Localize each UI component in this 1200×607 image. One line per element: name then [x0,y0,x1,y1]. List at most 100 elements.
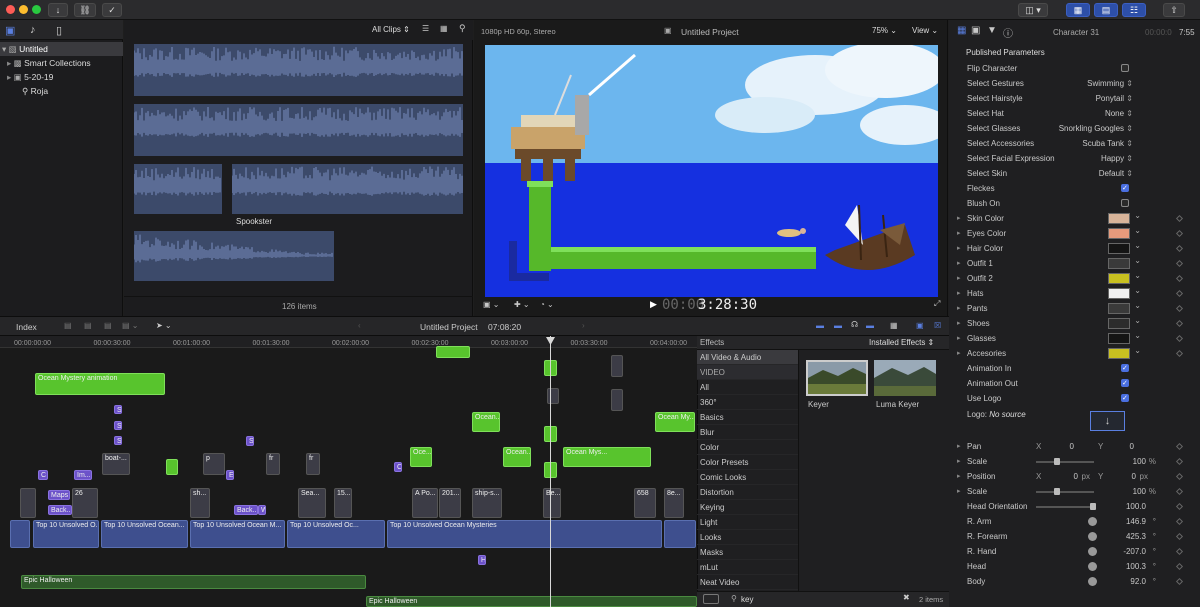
audio-clip-epic-halloween[interactable]: Epic Halloween [21,575,366,589]
library-item-roja[interactable]: ⚲ Roja [0,84,123,98]
video-clip[interactable]: fr [306,453,320,475]
effect-thumb-luma-keyer[interactable] [874,360,936,396]
disclosure-icon[interactable]: ▸ [957,316,961,331]
color-swatch[interactable] [1108,273,1130,284]
rotation-dial[interactable] [1088,517,1097,526]
effects-category-item[interactable]: Masks [697,545,798,560]
param-value[interactable]: 146.9 [1126,514,1146,529]
video-clip[interactable]: fr [266,453,280,475]
libraries-icon[interactable]: ▣ [5,24,15,37]
disclosure-icon[interactable]: ▸ [957,346,961,361]
effects-category-item[interactable]: Neat Video [697,575,798,590]
primary-clip-top10[interactable]: Top 10 Unsolved Ocean... [101,520,188,548]
disclosure-icon[interactable]: ▸ [957,226,961,241]
primary-clip-top10[interactable]: Top 10 Unsolved Ocean Mysteries [387,520,662,548]
chevron-down-icon[interactable]: ⌄ [1134,283,1141,298]
sidebar-toggle-icon[interactable] [703,594,719,604]
keyframe-icon[interactable] [1175,349,1184,358]
effects-category-item[interactable]: mLut [697,560,798,575]
keyframe-icon[interactable] [1175,547,1184,556]
param-value[interactable]: 100.0 [1126,499,1146,514]
chevron-down-icon[interactable]: ⌄ [1134,208,1141,223]
minimize-window-button[interactable] [19,5,28,14]
chevron-down-icon[interactable]: ⌄ [1134,268,1141,283]
disclosure-icon[interactable]: ▸ [957,256,961,271]
disclosure-icon[interactable]: ▸ [957,301,961,316]
keyframe-icon[interactable] [1175,502,1184,511]
chevron-down-icon[interactable]: ⌄ [1134,313,1141,328]
transitions-browser-icon[interactable]: ☒ [934,321,941,330]
background-tasks-button[interactable]: ✓ [102,3,122,17]
disclosure-icon[interactable]: ▸ [957,211,961,226]
library-item-event[interactable]: ▸ ▣ 5-20-19 [0,70,123,84]
keyframe-icon[interactable] [1175,214,1184,223]
view-popup[interactable]: View ⌄ [912,26,938,35]
marker-s[interactable]: S [114,436,122,445]
param-value[interactable]: 100 [1133,454,1146,469]
audio-inspector-icon[interactable]: ▣ [971,25,980,36]
color-swatch[interactable] [1108,348,1130,359]
index-button[interactable]: Index [16,322,37,332]
import-button[interactable]: ↓ [48,3,68,17]
slider-knob[interactable] [1054,488,1060,495]
marker-back[interactable]: Back... [48,505,72,515]
viewer-canvas[interactable] [485,45,938,297]
clip-appearance-icon[interactable]: ▦ [890,321,898,330]
insert-clip-icon[interactable]: ▤ [84,321,92,330]
color-swatch[interactable] [1108,243,1130,254]
photos-audio-icon[interactable]: ♪ [30,24,36,36]
disclosure-icon[interactable]: ▸ [957,484,961,499]
disclosure-icon[interactable]: ▸ [957,331,961,346]
param-popup[interactable]: Scuba Tank ⇕ [1082,136,1133,151]
close-window-button[interactable] [6,5,15,14]
primary-clip[interactable] [10,520,30,548]
disclosure-icon[interactable]: ▸ [957,241,961,256]
video-clip[interactable] [611,389,623,411]
chevron-down-icon[interactable]: ⌄ [1134,328,1141,343]
marker-s[interactable]: S [114,405,122,414]
video-inspector-icon[interactable]: ▦ [957,25,966,36]
keyframe-icon[interactable] [1175,274,1184,283]
param-popup[interactable]: Default ⇕ [1099,166,1133,181]
title-clip-oce[interactable]: Oce... [410,447,432,467]
chevron-down-icon[interactable]: ⌄ [1134,238,1141,253]
x-value[interactable]: 0 [1070,439,1074,454]
param-popup[interactable]: Snorkling Googles ⇕ [1059,121,1133,136]
library-item-smart-collections[interactable]: ▸ ▩ Smart Collections [0,56,123,70]
audio-clip-thumbnail[interactable] [134,164,222,214]
effects-category-item[interactable]: Basics [697,410,798,425]
connect-clip-icon[interactable]: ▤ [64,321,72,330]
share-icon[interactable]: ⇧ [1163,3,1185,17]
effects-category-item[interactable]: Keying [697,500,798,515]
video-clip-a-po[interactable]: A Po... [412,488,438,518]
effects-category-item[interactable]: Color [697,440,798,455]
audio-clip-thumbnail-spookster[interactable] [232,164,463,214]
rotation-dial[interactable] [1088,532,1097,541]
info-inspector-icon[interactable]: ⓘ [1003,25,1013,40]
video-clip-sh[interactable]: sh... [190,488,210,518]
slider-knob[interactable] [1090,503,1096,510]
effects-category-item[interactable]: Comic Looks [697,470,798,485]
param-checkbox[interactable] [1121,64,1129,72]
video-clip-8e[interactable]: 8e... [664,488,684,518]
color-swatch[interactable] [1108,258,1130,269]
keyframe-icon[interactable] [1175,577,1184,586]
chevron-down-icon[interactable]: ⌄ [1134,253,1141,268]
effects-category-item[interactable]: All Video & Audio [697,350,798,365]
disclosure-icon[interactable]: ▸ [957,454,961,469]
y-value[interactable]: 0 [1132,469,1136,484]
keyframe-icon[interactable] [1175,532,1184,541]
param-popup[interactable]: None ⇕ [1105,106,1133,121]
keyframe-icon[interactable] [1175,334,1184,343]
param-popup[interactable]: Happy ⇕ [1101,151,1133,166]
layout-middle-icon[interactable]: ▤ [1094,3,1118,17]
param-value[interactable]: 425.3 [1126,529,1146,544]
keywords-button[interactable]: ⛓ [74,3,96,17]
effect-thumb-keyer[interactable] [806,360,868,396]
headphones-icon[interactable]: ☊ [851,320,858,329]
slider-knob[interactable] [1054,458,1060,465]
video-clip-201[interactable]: 201... [439,488,461,518]
speed-tool-icon[interactable]: ◔ ⌄ [540,300,554,309]
marker-e[interactable]: E [226,470,234,480]
param-value[interactable]: 100.3 [1126,559,1146,574]
